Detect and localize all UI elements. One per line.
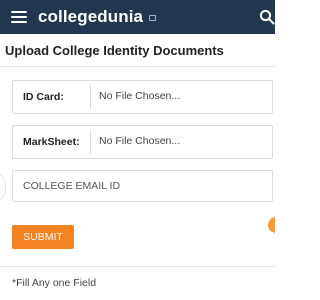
form-note: *Fill Any one Field [12,277,97,289]
marksheet-file-status[interactable]: No File Chosen... [99,135,180,147]
marksheet-label: MarkSheet: [23,136,80,148]
page-title: Upload College Identity Documents [5,43,224,58]
top-navigation-bar: collegedunia [0,0,275,34]
upload-documents-page: collegedunia Upload College Identity Doc… [0,0,275,300]
hamburger-icon[interactable] [11,11,27,23]
brand-badge-icon [149,15,156,21]
id-card-file-status[interactable]: No File Chosen... [99,90,180,102]
id-card-upload[interactable]: ID Card: No File Chosen... [12,80,273,114]
footer-divider [0,266,275,267]
offscreen-element-edge [0,174,6,200]
search-icon[interactable] [259,9,275,25]
field-separator [90,85,91,109]
college-email-input[interactable] [12,170,273,202]
brand-logo[interactable]: collegedunia [38,7,143,27]
submit-button[interactable]: SUBMIT [12,225,74,249]
title-divider [0,66,275,67]
floating-action-edge[interactable] [268,217,275,233]
id-card-label: ID Card: [23,91,64,103]
marksheet-upload[interactable]: MarkSheet: No File Chosen... [12,125,273,159]
field-separator [90,130,91,154]
